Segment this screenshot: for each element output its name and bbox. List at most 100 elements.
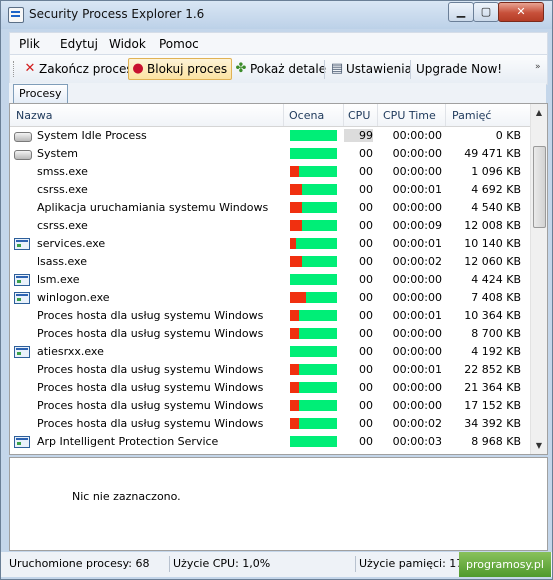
tab-strip: Procesy	[9, 83, 546, 103]
process-cpu-time: 00:00:00	[392, 147, 442, 160]
process-cpu-time: 00:00:00	[392, 273, 442, 286]
process-cpu-time: 00:00:00	[392, 327, 442, 340]
process-cpu: 00	[359, 165, 373, 178]
rating-bar-risk	[290, 184, 302, 195]
process-name: Proces hosta dla usług systemu Windows	[37, 381, 264, 394]
table-row[interactable]: lsass.exe 00 00:00:02 12 060 KB	[10, 253, 530, 271]
process-cpu: 00	[359, 183, 373, 196]
process-list[interactable]: Nazwa Ocena CPU CPU Time Pamięć System I…	[9, 103, 548, 455]
close-button[interactable]: ✕	[498, 2, 544, 22]
rating-bar	[290, 202, 337, 213]
title-bar[interactable]: Security Process Explorer 1.6 ▁ ▢ ✕	[1, 1, 552, 29]
rating-bar	[290, 382, 337, 393]
rating-bar	[290, 400, 337, 411]
scroll-up-icon[interactable]: ▲	[531, 104, 547, 121]
process-name: Proces hosta dla usług systemu Windows	[37, 309, 264, 322]
table-row[interactable]: Arp Intelligent Protection Service 00 00:0…	[10, 433, 530, 451]
column-header-name[interactable]: Nazwa	[16, 109, 52, 122]
table-row[interactable]: Proces hosta dla usług systemu Windows 00…	[10, 307, 530, 325]
process-cpu-time: 00:00:00	[392, 165, 442, 178]
process-cpu-time: 00:00:03	[392, 435, 442, 448]
process-name: lsass.exe	[37, 255, 87, 268]
process-cpu-time: 00:00:00	[392, 201, 442, 214]
tab-procesy[interactable]: Procesy	[13, 84, 68, 103]
table-row[interactable]: Aplikacja uruchamiania systemu Windows 00…	[10, 199, 530, 217]
block-icon: ●	[132, 61, 144, 76]
red-x-icon: ✕	[24, 61, 36, 76]
table-row[interactable]: winlogon.exe 00 00:00:00 7 408 KB	[10, 289, 530, 307]
menu-edytuj[interactable]: Edytuj	[60, 37, 98, 51]
table-row[interactable]: atiesrxx.exe 00 00:00:00 4 192 KB	[10, 343, 530, 361]
process-name: Aplikacja uruchamiania systemu Windows	[37, 201, 269, 214]
block-process-button[interactable]: ● Blokuj proces	[128, 58, 233, 80]
table-row[interactable]: Proces hosta dla usług systemu Windows 00…	[10, 397, 530, 415]
process-memory: 12 008 KB	[464, 219, 521, 232]
process-cpu: 00	[359, 201, 373, 214]
menu-pomoc[interactable]: Pomoc	[159, 37, 199, 51]
toolbar: ✕ Zakończ proces ● Blokuj proces ✤ Pokaż…	[9, 54, 548, 85]
process-cpu: 00	[359, 147, 373, 160]
process-name: csrss.exe	[37, 183, 88, 196]
table-row[interactable]: csrss.exe 00 00:00:01 4 692 KB	[10, 181, 530, 199]
toolbar-separator	[324, 60, 325, 79]
table-row[interactable]: lsm.exe 00 00:00:00 4 424 KB	[10, 271, 530, 289]
table-row[interactable]: Proces hosta dla usług systemu Windows 00…	[10, 379, 530, 397]
rating-bar	[290, 346, 337, 357]
rating-bar	[290, 184, 337, 195]
menu-plik[interactable]: Plik	[19, 37, 40, 51]
table-row[interactable]: Proces hosta dla usług systemu Windows 00…	[10, 361, 530, 379]
rating-bar	[290, 274, 337, 285]
process-cpu: 00	[359, 327, 373, 340]
menu-widok[interactable]: Widok	[109, 37, 146, 51]
process-cpu: 00	[359, 345, 373, 358]
process-memory: 1 096 KB	[471, 165, 521, 178]
table-row[interactable]: System 00 00:00:00 49 471 KB	[10, 145, 530, 163]
column-header-cpu[interactable]: CPU	[348, 109, 370, 122]
rating-bar-risk	[290, 400, 299, 411]
table-row[interactable]: Proces hosta dla usług systemu Windows 00…	[10, 415, 530, 433]
process-memory: 4 540 KB	[471, 201, 521, 214]
process-name: Proces hosta dla usług systemu Windows	[37, 399, 264, 412]
table-row[interactable]: csrss.exe 00 00:00:09 12 008 KB	[10, 217, 530, 235]
minimize-button[interactable]: ▁	[448, 2, 474, 22]
process-name: winlogon.exe	[37, 291, 110, 304]
process-memory: 8 968 KB	[471, 435, 521, 448]
maximize-button[interactable]: ▢	[473, 2, 499, 22]
upgrade-button[interactable]: Upgrade Now!	[398, 59, 506, 79]
end-process-button[interactable]: ✕ Zakończ proces	[21, 59, 137, 79]
rating-bar	[290, 436, 337, 447]
process-name: csrss.exe	[37, 219, 88, 232]
process-name: Proces hosta dla usług systemu Windows	[37, 327, 264, 340]
process-memory: 17 152 KB	[464, 399, 521, 412]
process-name: lsm.exe	[37, 273, 80, 286]
column-header-memory[interactable]: Pamięć	[452, 109, 491, 122]
toolbar-overflow-icon[interactable]: »	[535, 62, 541, 72]
process-memory: 22 852 KB	[464, 363, 521, 376]
settings-icon: ▤	[330, 61, 344, 76]
column-divider	[343, 104, 344, 126]
table-row[interactable]: services.exe 00 00:00:01 10 140 KB	[10, 235, 530, 253]
process-memory: 4 692 KB	[471, 183, 521, 196]
table-row[interactable]: smss.exe 00 00:00:00 1 096 KB	[10, 163, 530, 181]
app-icon	[8, 7, 24, 23]
column-header-rating[interactable]: Ocena	[289, 109, 324, 122]
process-cpu: 99	[344, 129, 373, 142]
scroll-thumb[interactable]	[533, 146, 546, 228]
table-row[interactable]: System Idle Process 99 00:00:00 0 KB	[10, 127, 530, 145]
vertical-scrollbar[interactable]: ▲ ▼	[530, 104, 547, 454]
column-header-cpu-time[interactable]: CPU Time	[383, 109, 436, 122]
show-details-button[interactable]: ✤ Pokaż detale	[232, 59, 330, 79]
column-divider	[283, 104, 284, 126]
process-name: Proces hosta dla usług systemu Windows	[37, 417, 264, 430]
rating-bar-risk	[290, 292, 306, 303]
process-cpu: 00	[359, 273, 373, 286]
block-process-label: Blokuj proces	[147, 62, 228, 76]
rating-bar	[290, 364, 337, 375]
table-row[interactable]: Proces hosta dla usług systemu Windows 00…	[10, 325, 530, 343]
rating-bar-risk	[290, 364, 299, 375]
toolbar-grip[interactable]	[13, 61, 16, 77]
end-process-label: Zakończ proces	[39, 62, 133, 76]
rating-bar	[290, 292, 337, 303]
column-divider	[445, 104, 446, 126]
scroll-down-icon[interactable]: ▼	[531, 437, 547, 454]
